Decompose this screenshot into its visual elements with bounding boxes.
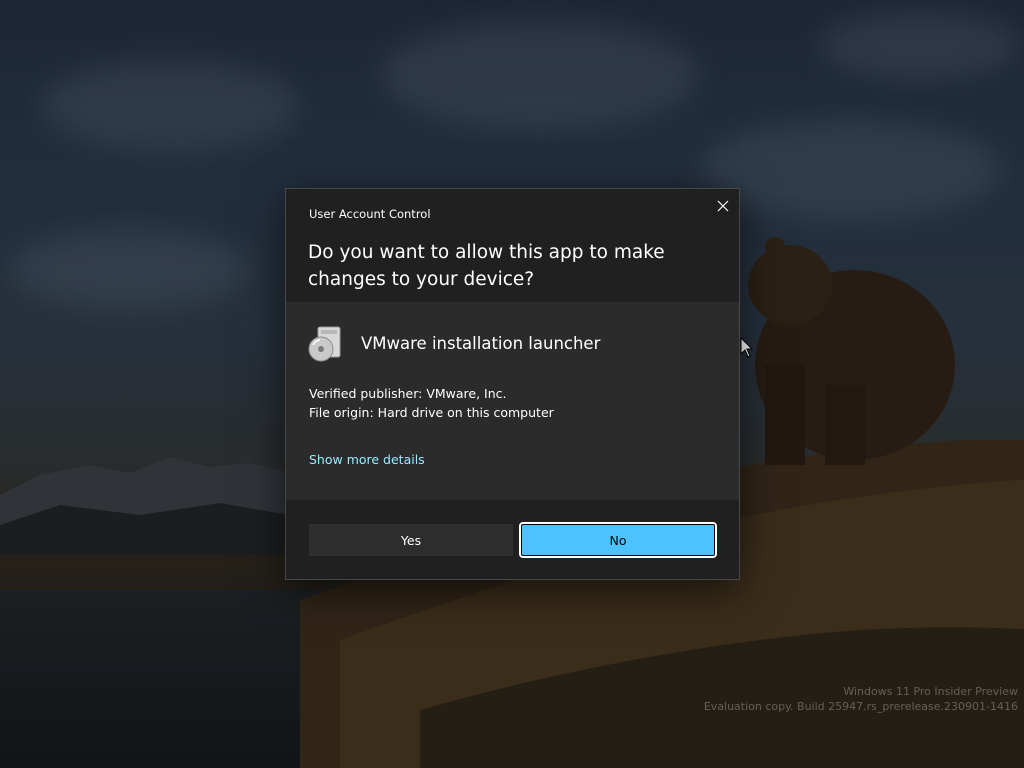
dialog-footer: Yes No — [286, 500, 739, 579]
close-icon — [717, 200, 729, 212]
no-button[interactable]: No — [519, 522, 717, 558]
show-more-details-link[interactable]: Show more details — [309, 452, 425, 467]
uac-dialog: User Account Control Do you want to allo… — [285, 188, 740, 580]
dialog-header: User Account Control Do you want to allo… — [286, 189, 739, 302]
installer-disc-icon — [308, 326, 341, 362]
app-name: VMware installation launcher — [361, 334, 601, 353]
watermark-build: Evaluation copy. Build 25947.rs_prerelea… — [703, 700, 1018, 713]
yes-button[interactable]: Yes — [309, 524, 513, 556]
file-origin: File origin: Hard drive on this computer — [309, 405, 554, 420]
windows-watermark: Windows 11 Pro Insider Preview Evaluatio… — [704, 684, 1018, 714]
dialog-title: User Account Control — [309, 207, 431, 221]
dialog-question: Do you want to allow this app to make ch… — [308, 242, 665, 290]
watermark-edition: Windows 11 Pro Insider Preview — [843, 685, 1018, 698]
verified-publisher: Verified publisher: VMware, Inc. — [309, 386, 507, 401]
close-button[interactable] — [711, 194, 735, 218]
mouse-cursor-icon — [740, 337, 754, 358]
